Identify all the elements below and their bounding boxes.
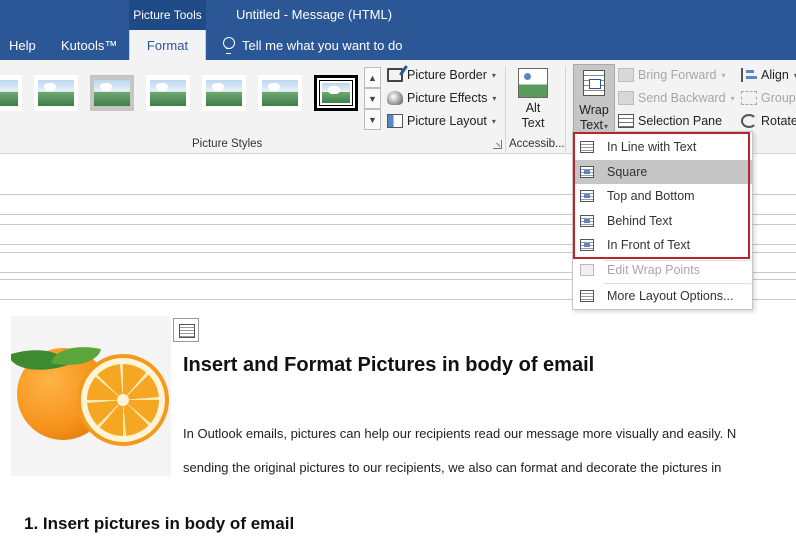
menu-item-in-front-of-text[interactable]: In Front of Text bbox=[573, 233, 752, 257]
window-title: Untitled - Message (HTML) bbox=[236, 7, 393, 22]
picture-style-1[interactable] bbox=[0, 75, 22, 111]
rotate-icon bbox=[741, 114, 757, 128]
align-icon bbox=[741, 68, 757, 82]
expand-gallery-icon: ▼ bbox=[368, 114, 377, 125]
menu-item-square[interactable]: Square bbox=[573, 160, 752, 184]
tab-format[interactable]: Format bbox=[129, 30, 206, 60]
gallery-more-button[interactable]: ▼ bbox=[364, 109, 381, 130]
tell-me-text: Tell me what you want to do bbox=[242, 37, 403, 53]
gallery-up-button[interactable]: ▲ bbox=[364, 67, 381, 88]
in-front-of-text-icon bbox=[580, 239, 594, 251]
alt-text-button[interactable]: Alt Text bbox=[518, 68, 548, 131]
picture-border-button[interactable]: Picture Border ▾ bbox=[387, 64, 496, 86]
picture-styles-group-label: Picture Styles bbox=[192, 138, 263, 150]
orange-picture[interactable] bbox=[11, 316, 171, 476]
picture-style-7[interactable] bbox=[314, 75, 358, 111]
paragraph-line-1: In Outlook emails, pictures can help our… bbox=[183, 426, 737, 441]
send-backward-icon bbox=[618, 91, 634, 105]
edit-wrap-points-icon bbox=[580, 264, 594, 276]
dialog-launcher-icon[interactable] bbox=[493, 140, 502, 149]
rotate-label: Rotate bbox=[761, 114, 796, 128]
selection-pane-label: Selection Pane bbox=[638, 114, 723, 128]
picture-effects-icon bbox=[387, 91, 403, 105]
menu-item-more-layout-options[interactable]: More Layout Options... bbox=[573, 284, 752, 308]
tab-help[interactable]: Help bbox=[9, 30, 36, 60]
in-line-icon bbox=[580, 141, 594, 153]
picture-style-5[interactable] bbox=[202, 75, 246, 111]
picture-effects-label: Picture Effects bbox=[407, 91, 488, 105]
chevron-down-icon: ▼ bbox=[368, 93, 377, 104]
picture-style-4[interactable] bbox=[146, 75, 190, 111]
lightbulb-icon bbox=[222, 37, 235, 54]
align-label: Align bbox=[761, 68, 789, 82]
bring-forward-button[interactable]: Bring Forward ▾ bbox=[618, 64, 726, 86]
send-backward-button[interactable]: Send Backward ▾ bbox=[618, 87, 735, 109]
picture-effects-button[interactable]: Picture Effects ▾ bbox=[387, 87, 496, 109]
accessibility-group-label: Accessib... bbox=[509, 138, 565, 150]
picture-layout-button[interactable]: Picture Layout ▾ bbox=[387, 110, 496, 132]
email-heading: Insert and Format Pictures in body of em… bbox=[183, 354, 595, 376]
tell-me-box[interactable]: Tell me what you want to do bbox=[222, 30, 402, 60]
picture-border-icon bbox=[387, 68, 403, 82]
picture-layout-label: Picture Layout bbox=[407, 114, 487, 128]
wrap-text-label-1: Wrap bbox=[579, 103, 609, 117]
picture-style-2[interactable] bbox=[34, 75, 78, 111]
alt-text-icon bbox=[518, 68, 548, 98]
paragraph-line-2: sending the original pictures to our rec… bbox=[183, 460, 722, 475]
square-wrap-icon bbox=[580, 166, 594, 178]
title-bar: Picture Tools Untitled - Message (HTML) bbox=[0, 0, 796, 30]
selection-pane-button[interactable]: Selection Pane bbox=[618, 110, 722, 132]
picture-tools-context-label: Picture Tools bbox=[129, 0, 206, 30]
group-divider bbox=[565, 66, 566, 152]
picture-style-3[interactable] bbox=[90, 75, 134, 111]
alt-text-label-1: Alt bbox=[525, 101, 541, 115]
menu-item-edit-wrap-points[interactable]: Edit Wrap Points bbox=[573, 258, 752, 282]
section-heading: 1. Insert pictures in body of email bbox=[24, 514, 295, 533]
tab-kutools[interactable]: Kutools™ bbox=[61, 30, 117, 60]
behind-text-icon bbox=[580, 215, 594, 227]
selection-pane-icon bbox=[618, 114, 634, 128]
group-divider bbox=[505, 66, 506, 152]
top-bottom-wrap-icon bbox=[580, 190, 594, 202]
send-backward-label: Send Backward bbox=[638, 91, 726, 105]
alt-text-label-2: Text bbox=[521, 116, 545, 130]
wrap-text-button[interactable]: Wrap Text▾ bbox=[573, 64, 615, 134]
bring-forward-icon bbox=[618, 68, 634, 82]
align-button[interactable]: Align ▾ bbox=[741, 64, 796, 86]
picture-border-label: Picture Border bbox=[407, 68, 487, 82]
ribbon-tab-row: Help Kutools™ Format Tell me what you wa… bbox=[0, 30, 796, 60]
rotate-button[interactable]: Rotate bbox=[741, 110, 796, 132]
menu-item-behind-text[interactable]: Behind Text bbox=[573, 209, 752, 233]
group-label: Group bbox=[761, 91, 796, 105]
picture-style-6[interactable] bbox=[258, 75, 302, 111]
group-button[interactable]: Group bbox=[741, 87, 796, 109]
layout-options-icon[interactable] bbox=[173, 318, 199, 342]
menu-item-top-and-bottom[interactable]: Top and Bottom bbox=[573, 184, 752, 208]
orange-half bbox=[77, 354, 169, 446]
wrap-text-icon bbox=[583, 70, 605, 96]
chevron-up-icon: ▲ bbox=[368, 72, 377, 83]
picture-layout-icon bbox=[387, 114, 403, 128]
group-icon bbox=[741, 91, 757, 105]
layout-options-icon bbox=[580, 290, 594, 302]
gallery-down-button[interactable]: ▼ bbox=[364, 88, 381, 109]
wrap-text-menu: In Line with Text Square Top and Bottom … bbox=[572, 131, 753, 310]
menu-item-in-line-with-text[interactable]: In Line with Text bbox=[573, 135, 752, 159]
bring-forward-label: Bring Forward bbox=[638, 68, 717, 82]
